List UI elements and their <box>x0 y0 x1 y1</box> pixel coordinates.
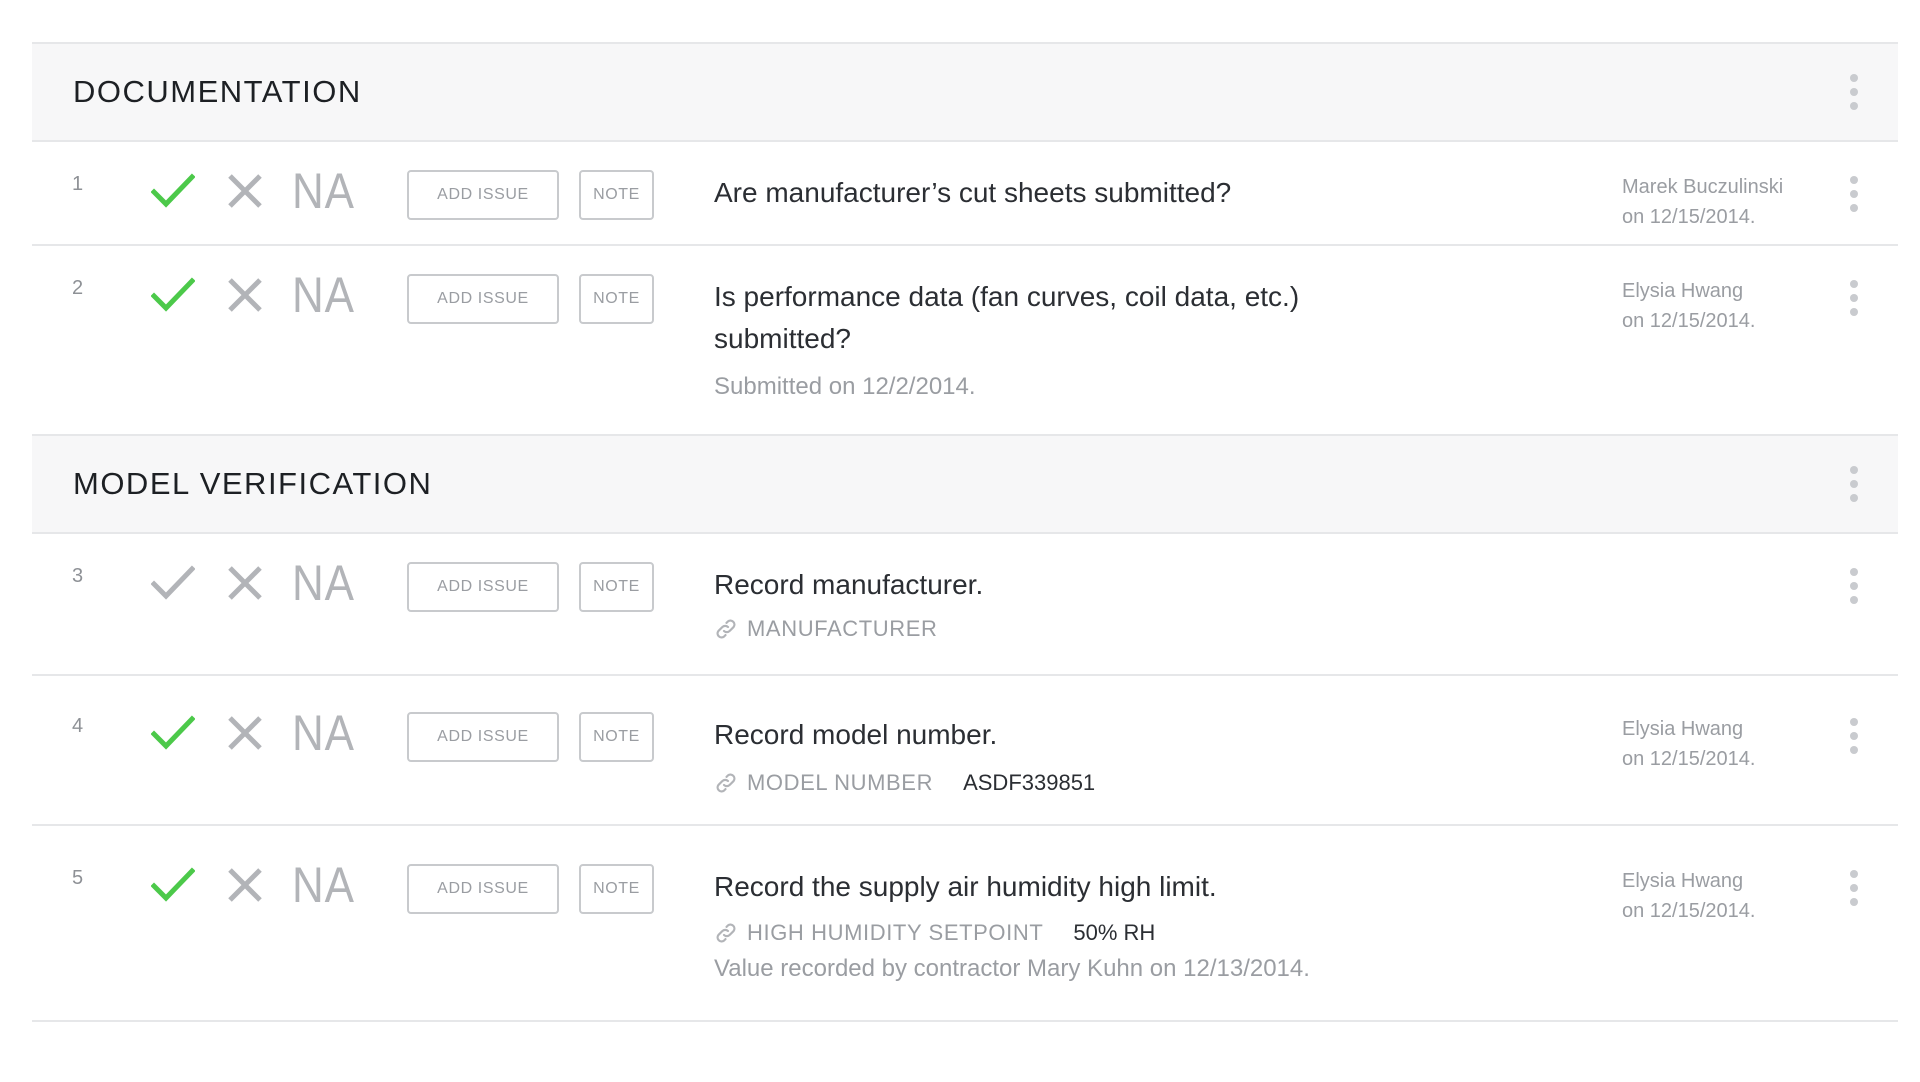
check-icon[interactable] <box>144 267 202 323</box>
item-question: Is performance data (fan curves, coil da… <box>714 281 1300 354</box>
author-name: Elysia Hwang <box>1622 870 1744 892</box>
author-name: Elysia Hwang <box>1622 718 1744 740</box>
status-group: NA <box>144 163 363 219</box>
item-note: Value recorded by contractor Mary Kuhn o… <box>714 955 1310 982</box>
item-meta: Elysia Hwang on 12/15/2014. <box>1622 866 1755 926</box>
item-meta: Elysia Hwang on 12/15/2014. <box>1622 714 1755 774</box>
item-question: Record manufacturer. <box>714 569 984 600</box>
link-icon <box>716 773 736 793</box>
signed-date: on 12/15/2014. <box>1622 748 1756 770</box>
checklist-item: 2 NA ADD ISSUE NOTE Is performance data … <box>32 246 1898 436</box>
field-label: HIGH HUMIDITY SETPOINT <box>747 920 1044 945</box>
section-menu-icon[interactable] <box>1842 70 1866 114</box>
status-group: NA <box>144 267 363 323</box>
status-group: NA <box>144 705 363 761</box>
check-icon[interactable] <box>144 705 202 761</box>
item-menu-icon[interactable] <box>1842 564 1866 608</box>
linked-field[interactable]: MODEL NUMBER ASDF339851 <box>714 770 1414 796</box>
item-meta: Marek Buczulinski on 12/15/2014. <box>1622 172 1783 232</box>
note-button[interactable]: NOTE <box>579 170 654 220</box>
signed-date: on 12/15/2014. <box>1622 900 1756 922</box>
author-name: Elysia Hwang <box>1622 280 1744 302</box>
item-content: Record manufacturer. MANUFACTURER <box>714 564 1414 642</box>
x-icon[interactable] <box>220 860 270 910</box>
checklist-item: 5 NA ADD ISSUE NOTE Record the supply ai… <box>32 826 1898 1022</box>
item-content: Is performance data (fan curves, coil da… <box>714 276 1334 404</box>
item-content: Are manufacturer’s cut sheets submitted? <box>714 172 1414 214</box>
check-icon[interactable] <box>144 555 202 611</box>
note-button[interactable]: NOTE <box>579 864 654 914</box>
item-content: Record the supply air humidity high limi… <box>714 866 1414 986</box>
x-icon[interactable] <box>220 166 270 216</box>
author-name: Marek Buczulinski <box>1622 176 1784 198</box>
linked-field[interactable]: MANUFACTURER <box>714 616 1414 642</box>
section-title: MODEL VERIFICATION <box>73 466 433 501</box>
checklist-item: 1 NA ADD ISSUE NOTE Are manufacturer’s c… <box>32 142 1898 246</box>
item-number: 2 <box>72 277 84 299</box>
item-menu-icon[interactable] <box>1842 276 1866 320</box>
add-issue-button[interactable]: ADD ISSUE <box>407 864 559 914</box>
item-number: 5 <box>72 867 84 889</box>
link-icon <box>716 619 736 639</box>
item-number: 1 <box>72 173 84 195</box>
item-menu-icon[interactable] <box>1842 172 1866 216</box>
check-icon[interactable] <box>144 857 202 913</box>
item-number: 3 <box>72 565 84 587</box>
na-button[interactable]: NA <box>292 860 355 910</box>
signed-date: on 12/15/2014. <box>1622 206 1756 228</box>
na-button[interactable]: NA <box>292 558 355 608</box>
na-button[interactable]: NA <box>292 270 355 320</box>
add-issue-button[interactable]: ADD ISSUE <box>407 562 559 612</box>
na-button[interactable]: NA <box>292 708 355 758</box>
item-question: Record the supply air humidity high limi… <box>714 871 1217 902</box>
item-content: Record model number. MODEL NUMBER ASDF33… <box>714 714 1414 796</box>
item-note: Submitted on 12/2/2014. <box>714 373 976 400</box>
x-icon[interactable] <box>220 270 270 320</box>
check-icon[interactable] <box>144 163 202 219</box>
item-menu-icon[interactable] <box>1842 714 1866 758</box>
field-label: MODEL NUMBER <box>747 770 934 795</box>
item-question: Record model number. <box>714 719 998 750</box>
add-issue-button[interactable]: ADD ISSUE <box>407 712 559 762</box>
checklist: DOCUMENTATION 1 NA ADD ISSUE NOTE Are ma… <box>32 42 1898 1022</box>
field-label: MANUFACTURER <box>747 616 938 641</box>
item-menu-icon[interactable] <box>1842 866 1866 910</box>
checklist-item: 4 NA ADD ISSUE NOTE Record model number.… <box>32 676 1898 826</box>
link-icon <box>716 923 736 943</box>
status-group: NA <box>144 857 363 913</box>
linked-field[interactable]: HIGH HUMIDITY SETPOINT 50% RH <box>714 920 1414 946</box>
section-menu-icon[interactable] <box>1842 462 1866 506</box>
add-issue-button[interactable]: ADD ISSUE <box>407 274 559 324</box>
field-value: ASDF339851 <box>963 770 1096 795</box>
na-button[interactable]: NA <box>292 166 355 216</box>
add-issue-button[interactable]: ADD ISSUE <box>407 170 559 220</box>
checklist-item: 3 NA ADD ISSUE NOTE Record manufacturer.… <box>32 534 1898 676</box>
section-header-documentation: DOCUMENTATION <box>32 44 1898 142</box>
x-icon[interactable] <box>220 708 270 758</box>
item-number: 4 <box>72 715 84 737</box>
status-group: NA <box>144 555 363 611</box>
item-question: Are manufacturer’s cut sheets submitted? <box>714 177 1232 208</box>
field-value: 50% RH <box>1073 920 1156 945</box>
section-header-model-verification: MODEL VERIFICATION <box>32 436 1898 534</box>
signed-date: on 12/15/2014. <box>1622 310 1756 332</box>
note-button[interactable]: NOTE <box>579 274 654 324</box>
note-button[interactable]: NOTE <box>579 712 654 762</box>
note-button[interactable]: NOTE <box>579 562 654 612</box>
x-icon[interactable] <box>220 558 270 608</box>
item-meta: Elysia Hwang on 12/15/2014. <box>1622 276 1755 336</box>
section-title: DOCUMENTATION <box>73 74 362 109</box>
